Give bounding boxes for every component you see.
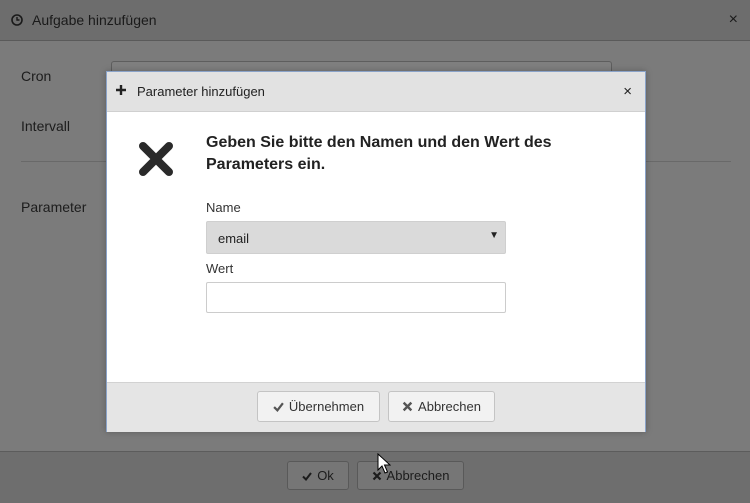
name-select-value: email (218, 231, 250, 246)
chevron-down-icon: ▼ (489, 230, 499, 241)
intervall-label: Intervall (21, 118, 71, 134)
parameter-modal: Parameter hinzufügen × Geben Sie bitte d… (106, 71, 646, 432)
modal-message: Geben Sie bitte den Namen und den Wert d… (206, 134, 552, 173)
cron-label: Cron (21, 68, 52, 84)
modal-title: Parameter hinzufügen (137, 84, 265, 99)
close-icon (402, 401, 413, 412)
plus-icon (116, 85, 126, 95)
wert-label: Wert (206, 261, 234, 276)
ok-button-label: Ok (317, 468, 334, 483)
background-footer: Ok Abbrechen (0, 451, 750, 503)
mouse-cursor-icon (377, 453, 391, 474)
background-cancel-button[interactable]: Abbrechen (357, 461, 464, 490)
apply-button-label: Übernehmen (288, 399, 365, 414)
ok-button[interactable]: Ok (287, 461, 349, 490)
background-cancel-label: Abbrechen (386, 468, 450, 483)
clock-icon (11, 14, 23, 26)
modal-titlebar: Parameter hinzufügen × (107, 72, 645, 112)
name-label: Name (206, 200, 241, 215)
modal-cancel-label: Abbrechen (418, 399, 481, 414)
parameter-label: Parameter (21, 199, 87, 215)
background-dialog-title: Aufgabe hinzufügen (32, 12, 157, 28)
background-close-button[interactable]: × (729, 11, 738, 29)
check-icon (273, 402, 284, 412)
check-icon (302, 471, 312, 481)
error-x-icon (139, 142, 173, 176)
modal-cancel-button[interactable]: Abbrechen (388, 391, 495, 422)
apply-button[interactable]: Übernehmen (257, 391, 380, 422)
modal-close-button[interactable]: × (623, 83, 632, 100)
modal-footer: Übernehmen Abbrechen (107, 382, 645, 432)
wert-input[interactable] (206, 282, 506, 313)
name-select[interactable]: email ▼ (206, 221, 506, 254)
modal-body: Geben Sie bitte den Namen und den Wert d… (107, 112, 645, 382)
background-titlebar: Aufgabe hinzufügen × (0, 0, 750, 41)
